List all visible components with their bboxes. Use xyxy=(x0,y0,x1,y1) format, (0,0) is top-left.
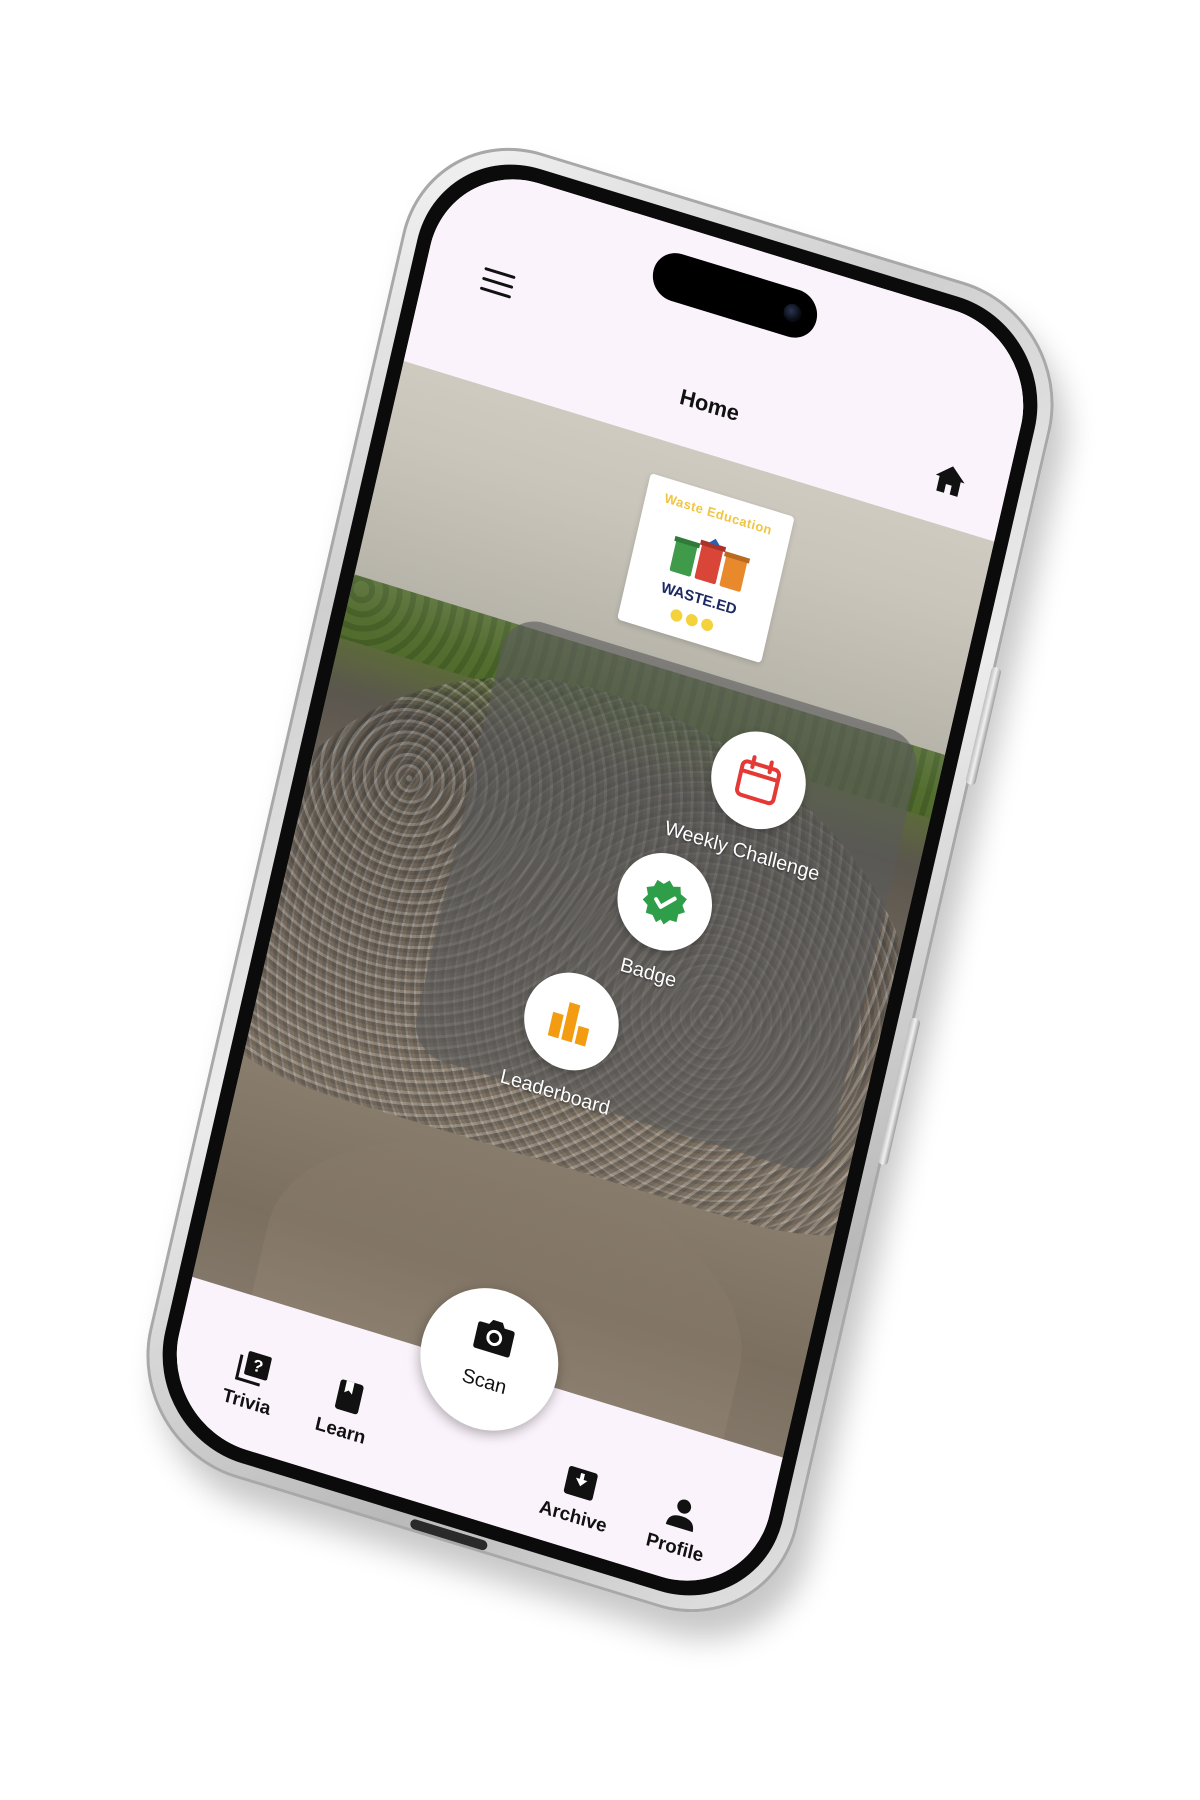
hamburger-menu-icon[interactable] xyxy=(479,266,516,300)
phone-bezel: Home Waste Education WASTE.ED Weekly Cha… xyxy=(141,138,1059,1622)
nav-label-learn: Learn xyxy=(313,1413,368,1450)
person-icon xyxy=(663,1492,703,1535)
leaderboard-circle xyxy=(514,960,629,1083)
front-camera xyxy=(781,301,804,325)
quiz-icon: ? xyxy=(234,1346,274,1389)
nav-label-profile: Profile xyxy=(643,1529,706,1567)
archive-icon xyxy=(561,1461,601,1504)
verified-badge-icon xyxy=(642,879,687,925)
calendar-icon xyxy=(735,755,782,806)
camera-icon xyxy=(473,1319,515,1358)
book-icon xyxy=(328,1375,368,1418)
nav-label-archive: Archive xyxy=(537,1496,609,1538)
nav-item-archive[interactable]: Archive xyxy=(518,1450,638,1545)
nav-item-profile[interactable]: Profile xyxy=(619,1481,739,1576)
bar-chart-icon xyxy=(547,1002,590,1047)
phone-device: Home Waste Education WASTE.ED Weekly Cha… xyxy=(123,118,1077,1642)
stage: Home Waste Education WASTE.ED Weekly Cha… xyxy=(0,0,1200,1800)
weekly-challenge-circle xyxy=(701,719,816,842)
nav-item-learn[interactable]: Learn xyxy=(285,1364,405,1459)
badge-circle xyxy=(607,841,722,963)
home-icon[interactable] xyxy=(930,459,970,500)
app-screen: Home Waste Education WASTE.ED Weekly Cha… xyxy=(158,156,1042,1604)
